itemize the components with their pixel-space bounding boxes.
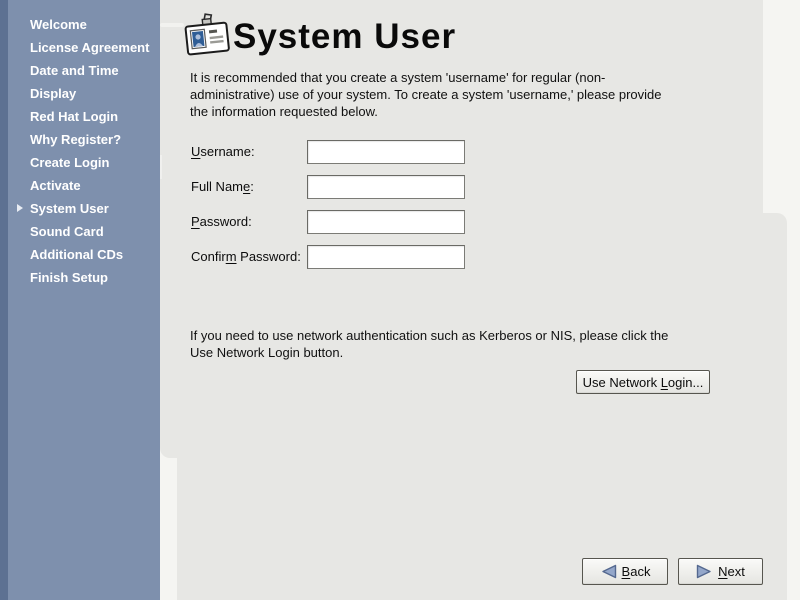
sidebar-item-date-and-time[interactable]: Date and Time bbox=[0, 59, 160, 82]
setup-steps-list: Welcome License Agreement Date and Time … bbox=[0, 13, 160, 289]
network-auth-note: If you need to use network authenticatio… bbox=[190, 327, 668, 361]
sidebar-item-welcome[interactable]: Welcome bbox=[0, 13, 160, 36]
confirm-password-label: Confirm Password: bbox=[191, 245, 301, 269]
sidebar-item-activate[interactable]: Activate bbox=[0, 174, 160, 197]
sidebar-item-create-login[interactable]: Create Login bbox=[0, 151, 160, 174]
content-panel-lower bbox=[177, 213, 787, 600]
sidebar-item-system-user[interactable]: System User bbox=[0, 197, 160, 220]
back-button[interactable]: Back bbox=[582, 558, 668, 585]
full-name-label: Full Name: bbox=[191, 175, 254, 199]
sidebar-item-display[interactable]: Display bbox=[0, 82, 160, 105]
page-title: System User bbox=[233, 17, 456, 57]
next-arrow-icon bbox=[696, 564, 713, 579]
setup-steps-sidebar: Welcome License Agreement Date and Time … bbox=[0, 0, 160, 600]
next-button[interactable]: Next bbox=[678, 558, 763, 585]
username-label: Username: bbox=[191, 140, 255, 164]
back-arrow-icon bbox=[600, 564, 617, 579]
firstboot-window: Welcome License Agreement Date and Time … bbox=[0, 0, 800, 600]
intro-text: It is recommended that you create a syst… bbox=[190, 69, 662, 120]
id-badge-icon bbox=[184, 11, 232, 65]
password-field[interactable] bbox=[307, 210, 465, 234]
use-network-login-button[interactable]: Use Network Login... bbox=[576, 370, 710, 394]
active-step-arrow-icon bbox=[17, 204, 23, 212]
sidebar-item-license-agreement[interactable]: License Agreement bbox=[0, 36, 160, 59]
sidebar-item-why-register[interactable]: Why Register? bbox=[0, 128, 160, 151]
sidebar-item-additional-cds[interactable]: Additional CDs bbox=[0, 243, 160, 266]
sidebar-item-sound-card[interactable]: Sound Card bbox=[0, 220, 160, 243]
password-label: Password: bbox=[191, 210, 252, 234]
confirm-password-field[interactable] bbox=[307, 245, 465, 269]
full-name-field[interactable] bbox=[307, 175, 465, 199]
panel-edge-highlight bbox=[160, 155, 162, 179]
sidebar-item-finish-setup[interactable]: Finish Setup bbox=[0, 266, 160, 289]
username-field[interactable] bbox=[307, 140, 465, 164]
sidebar-item-red-hat-login[interactable]: Red Hat Login bbox=[0, 105, 160, 128]
sidebar-connector-tick bbox=[160, 23, 184, 27]
